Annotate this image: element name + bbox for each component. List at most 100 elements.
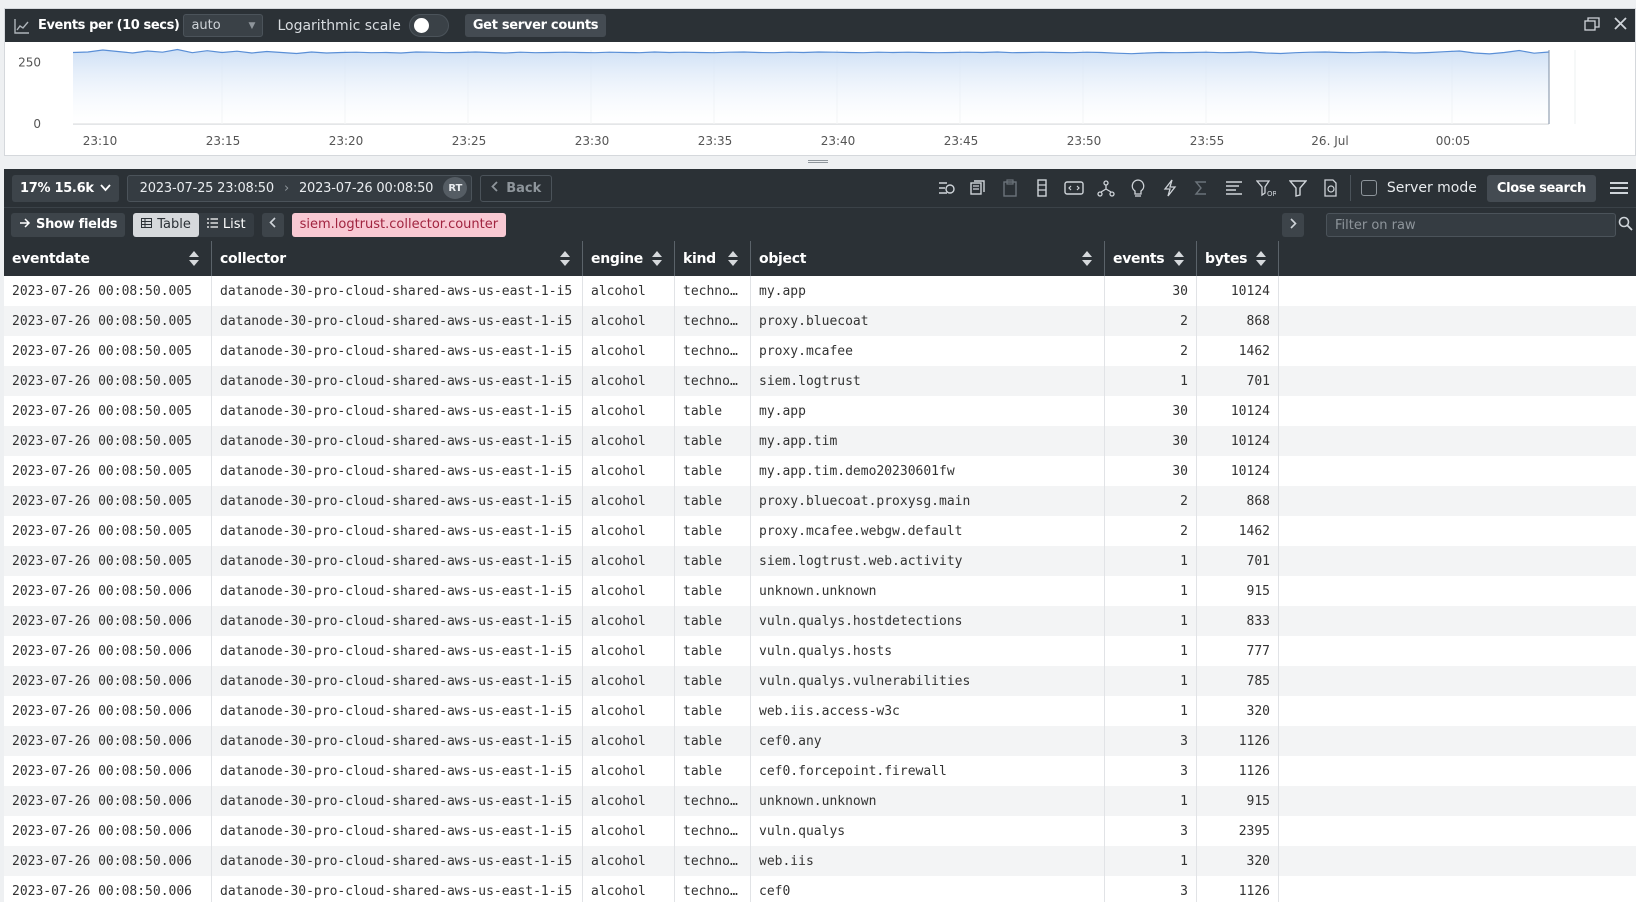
column-header-kind[interactable]: kind <box>675 241 751 276</box>
table-row[interactable]: 2023-07-26 00:08:50.005 datanode-30-pro-c… <box>4 426 1636 456</box>
column-header-object[interactable]: object <box>751 241 1105 276</box>
cell-events: 2 <box>1105 306 1197 336</box>
table-row[interactable]: 2023-07-26 00:08:50.006 datanode-30-pro-c… <box>4 696 1636 726</box>
row-filler <box>1279 606 1634 636</box>
table-row[interactable]: 2023-07-26 00:08:50.005 datanode-30-pro-c… <box>4 546 1636 576</box>
cell-bytes: 1462 <box>1197 336 1279 366</box>
close-search-button[interactable]: Close search <box>1486 174 1596 202</box>
lightning-icon[interactable] <box>1160 178 1180 198</box>
x-tick-label: 23:45 <box>944 134 979 148</box>
cell-bytes: 1126 <box>1197 876 1279 902</box>
sort-icon[interactable] <box>189 251 199 266</box>
tab-list[interactable]: List <box>199 213 254 237</box>
table-row[interactable]: 2023-07-26 00:08:50.005 datanode-30-pro-c… <box>4 486 1636 516</box>
column-header-bytes[interactable]: bytes <box>1197 241 1279 276</box>
query-source-tag[interactable]: siem.logtrust.collector.counter <box>291 212 507 237</box>
back-label: Back <box>506 180 542 196</box>
table-row[interactable]: 2023-07-26 00:08:50.006 datanode-30-pro-c… <box>4 666 1636 696</box>
table-row[interactable]: 2023-07-26 00:08:50.005 datanode-30-pro-c… <box>4 456 1636 486</box>
date-range-picker[interactable]: 2023-07-25 23:08:50 › 2023-07-26 00:08:5… <box>126 174 473 202</box>
query-prev-button[interactable] <box>261 212 284 237</box>
cell-events: 3 <box>1105 816 1197 846</box>
table-row[interactable]: 2023-07-26 00:08:50.006 datanode-30-pro-c… <box>4 636 1636 666</box>
aggregation-lines-icon[interactable] <box>1224 178 1244 198</box>
cell-kind: table <box>675 486 751 516</box>
column-header-events[interactable]: events <box>1105 241 1197 276</box>
chevron-right-icon <box>1289 217 1297 233</box>
search-icon[interactable] <box>1618 216 1633 235</box>
cell-engine: alcohol <box>583 666 675 696</box>
filter-or-icon[interactable]: OR <box>1255 178 1276 198</box>
join-icon[interactable] <box>1096 178 1116 198</box>
chart-icon <box>13 17 31 35</box>
column-header-eventdate[interactable]: eventdate <box>4 241 212 276</box>
table-row[interactable]: 2023-07-26 00:08:50.006 datanode-30-pro-c… <box>4 756 1636 786</box>
x-tick-label: 23:10 <box>83 134 118 148</box>
tab-table-label: Table <box>157 217 191 232</box>
filter-raw-input[interactable]: Filter on raw <box>1326 213 1616 237</box>
cell-engine: alcohol <box>583 816 675 846</box>
table-row[interactable]: 2023-07-26 00:08:50.006 datanode-30-pro-c… <box>4 816 1636 846</box>
cell-kind: table <box>675 696 751 726</box>
table-row[interactable]: 2023-07-26 00:08:50.005 datanode-30-pro-c… <box>4 276 1636 306</box>
restore-window-icon[interactable] <box>1584 16 1600 35</box>
aggregate-icon[interactable] <box>968 178 988 198</box>
table-row[interactable]: 2023-07-26 00:08:50.005 datanode-30-pro-c… <box>4 396 1636 426</box>
table-row[interactable]: 2023-07-26 00:08:50.006 datanode-30-pro-c… <box>4 606 1636 636</box>
query-next-button[interactable] <box>1282 213 1304 237</box>
add-column-icon[interactable] <box>1032 178 1052 198</box>
server-mode-checkbox[interactable]: Server mode <box>1360 180 1477 196</box>
cell-eventdate: 2023-07-26 00:08:50.005 <box>4 486 212 516</box>
log-scale-toggle[interactable] <box>408 14 449 37</box>
cell-collector: datanode-30-pro-cloud-shared-aws-us-east… <box>212 786 583 816</box>
tab-table[interactable]: Table <box>133 212 199 237</box>
close-icon[interactable] <box>1614 17 1627 34</box>
sort-icon[interactable] <box>1082 251 1092 266</box>
events-chart[interactable]: 250 0 23:10 23:15 23:20 23:25 23:30 23:35 23:40 2… <box>5 42 1635 155</box>
table-row[interactable]: 2023-07-26 00:08:50.005 datanode-30-pro-c… <box>4 516 1636 546</box>
row-filler <box>1279 876 1634 902</box>
group-by-icon[interactable] <box>936 178 956 198</box>
filter-icon[interactable] <box>1288 178 1308 198</box>
lookup-icon[interactable] <box>1128 178 1148 198</box>
sort-icon[interactable] <box>728 251 738 266</box>
back-button[interactable]: Back <box>480 174 553 202</box>
table-row[interactable]: 2023-07-26 00:08:50.006 datanode-30-pro-c… <box>4 576 1636 606</box>
clipboard-icon <box>1000 178 1020 198</box>
cell-eventdate: 2023-07-26 00:08:50.006 <box>4 606 212 636</box>
table-row[interactable]: 2023-07-26 00:08:50.005 datanode-30-pro-c… <box>4 336 1636 366</box>
sort-icon[interactable] <box>560 251 570 266</box>
svg-text:OR: OR <box>1267 190 1276 197</box>
table-row[interactable]: 2023-07-26 00:08:50.006 datanode-30-pro-c… <box>4 876 1636 902</box>
hamburger-menu-icon[interactable] <box>1610 182 1628 194</box>
panel-resize-handle[interactable] <box>808 160 828 164</box>
row-filler <box>1279 636 1634 666</box>
sort-icon[interactable] <box>652 251 662 266</box>
log-scale-label: Logarithmic scale <box>277 17 401 34</box>
table-row[interactable]: 2023-07-26 00:08:50.005 datanode-30-pro-c… <box>4 366 1636 396</box>
table-header: eventdate collector engine kind object events… <box>4 241 1636 276</box>
x-tick-label: 23:40 <box>821 134 856 148</box>
show-fields-button[interactable]: Show fields <box>11 212 126 237</box>
export-icon[interactable] <box>1320 178 1340 198</box>
realtime-badge[interactable]: RT <box>443 177 468 199</box>
cell-kind: table <box>675 426 751 456</box>
column-header-engine[interactable]: engine <box>583 241 675 276</box>
interval-select[interactable]: auto ▼ <box>183 14 264 37</box>
table-row[interactable]: 2023-07-26 00:08:50.006 datanode-30-pro-c… <box>4 786 1636 816</box>
toolbar-divider <box>1349 175 1351 201</box>
cell-collector: datanode-30-pro-cloud-shared-aws-us-east… <box>212 366 583 396</box>
sampling-percent-button[interactable]: 17% 15.6k <box>12 174 119 202</box>
checkbox-box[interactable] <box>1360 180 1377 196</box>
x-tick-label: 23:55 <box>1190 134 1225 148</box>
get-server-counts-button[interactable]: Get server counts <box>464 14 607 37</box>
cell-kind: techno… <box>675 336 751 366</box>
table-row[interactable]: 2023-07-26 00:08:50.006 datanode-30-pro-c… <box>4 846 1636 876</box>
cell-bytes: 915 <box>1197 786 1279 816</box>
code-icon[interactable] <box>1064 178 1084 198</box>
table-row[interactable]: 2023-07-26 00:08:50.006 datanode-30-pro-c… <box>4 726 1636 756</box>
sort-icon[interactable] <box>1256 251 1266 266</box>
column-header-collector[interactable]: collector <box>212 241 583 276</box>
table-row[interactable]: 2023-07-26 00:08:50.005 datanode-30-pro-c… <box>4 306 1636 336</box>
sort-icon[interactable] <box>1174 251 1184 266</box>
